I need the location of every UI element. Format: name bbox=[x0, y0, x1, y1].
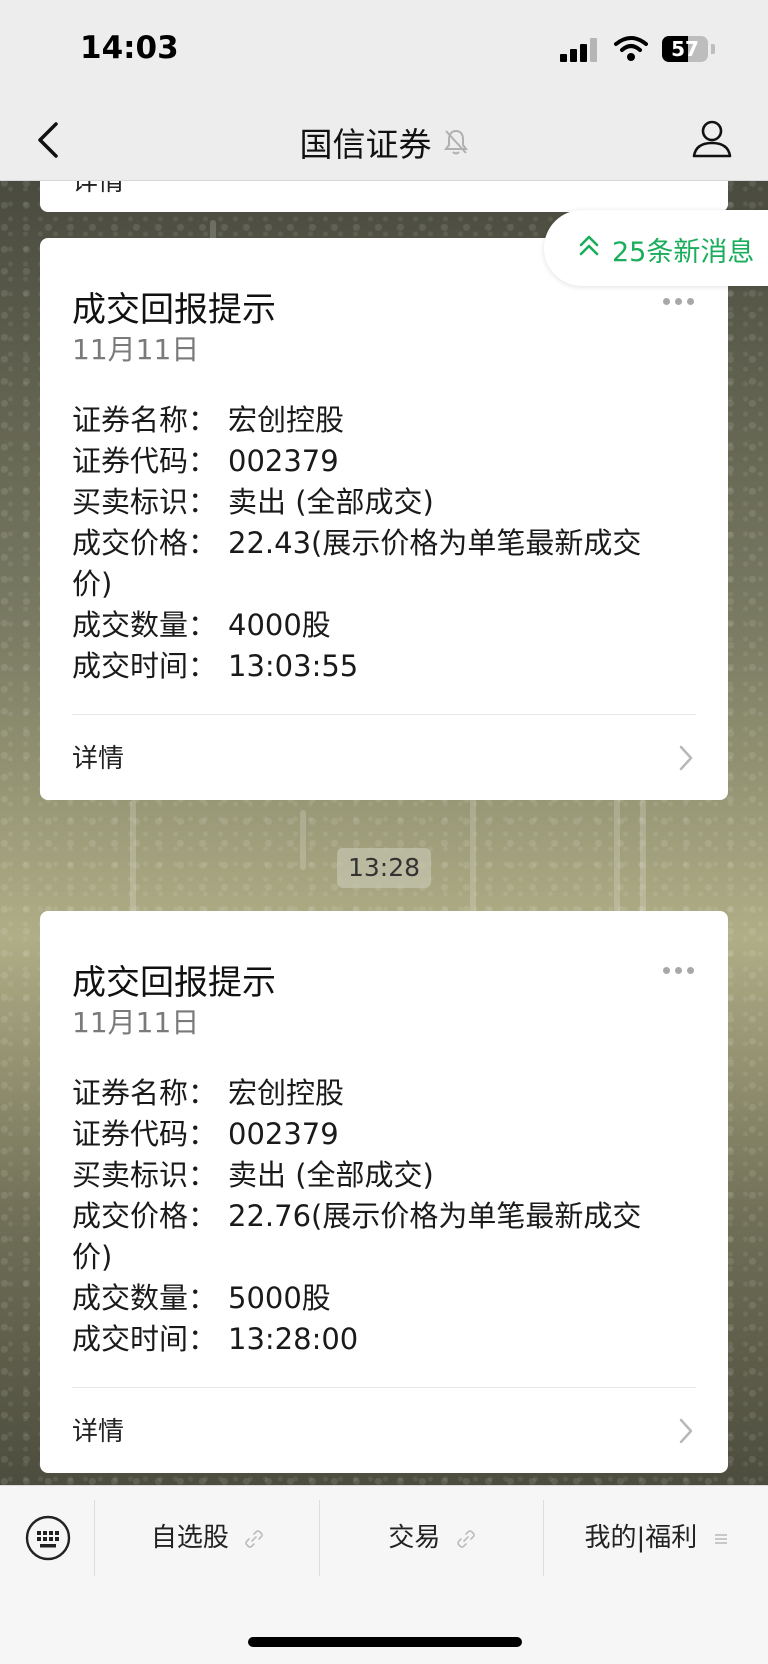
field-trade-time: 成交时间： 13:03:55 bbox=[72, 649, 359, 683]
previous-detail-link[interactable]: 详情 bbox=[72, 181, 124, 198]
field-trade-price: 成交价格： 22.43(展示价格为单笔最新成交价) bbox=[72, 526, 642, 601]
battery-level: 57 bbox=[671, 37, 699, 61]
field-security-code: 证券代码： 002379 bbox=[72, 444, 339, 478]
new-messages-button[interactable]: 25条新消息 bbox=[544, 210, 768, 286]
wifi-icon bbox=[614, 36, 648, 61]
cellular-signal-icon bbox=[560, 38, 600, 62]
nav-title-wrap: 国信证券 bbox=[0, 118, 768, 166]
card-date: 11月11日 bbox=[72, 333, 200, 366]
trade-report-card: 成交回报提示 11月11日 证券名称： 宏创控股 证券代码： 002379 买卖标识… bbox=[40, 911, 728, 1473]
detail-link[interactable]: 详情 bbox=[72, 738, 124, 775]
new-messages-label: 25条新消息 bbox=[612, 237, 755, 268]
status-time: 14:03 bbox=[80, 30, 179, 66]
page-title: 国信证券 bbox=[299, 125, 432, 164]
menu-item-watchlist[interactable]: 自选股 bbox=[95, 1500, 319, 1576]
card-date: 11月11日 bbox=[72, 1006, 200, 1039]
link-icon bbox=[456, 1529, 475, 1548]
field-trade-time: 成交时间： 13:28:00 bbox=[72, 1322, 359, 1356]
field-security-name: 证券名称： 宏创控股 bbox=[72, 1076, 345, 1110]
notification-muted-icon bbox=[443, 129, 468, 155]
timestamp-divider: 13:28 bbox=[337, 848, 431, 888]
double-chevron-up-icon bbox=[579, 235, 599, 256]
menu-icon bbox=[714, 1533, 727, 1544]
keyboard-icon[interactable] bbox=[24, 1514, 72, 1562]
battery-icon: 57 bbox=[662, 36, 708, 62]
detail-link[interactable]: 详情 bbox=[72, 1411, 124, 1448]
battery-tip bbox=[711, 44, 715, 54]
field-security-code: 证券代码： 002379 bbox=[72, 1117, 339, 1151]
chevron-right-icon bbox=[679, 745, 693, 771]
field-trade-side: 买卖标识： 卖出 (全部成交) bbox=[72, 485, 434, 519]
card-title: 成交回报提示 bbox=[72, 963, 276, 1003]
field-trade-quantity: 成交数量： 4000股 bbox=[72, 608, 331, 642]
field-trade-price: 成交价格： 22.76(展示价格为单笔最新成交价) bbox=[72, 1199, 642, 1274]
profile-icon[interactable] bbox=[690, 116, 734, 160]
card-title: 成交回报提示 bbox=[72, 290, 276, 330]
field-trade-quantity: 成交数量： 5000股 bbox=[72, 1281, 331, 1315]
status-bar: 14:03 57 bbox=[0, 0, 768, 100]
more-options-icon[interactable] bbox=[658, 959, 694, 978]
menu-item-my-benefits[interactable]: 我的|福利 bbox=[544, 1500, 768, 1576]
chevron-right-icon bbox=[679, 1418, 693, 1444]
card-divider bbox=[72, 714, 696, 715]
card-divider bbox=[72, 1387, 696, 1388]
card-fields: 证券名称： 宏创控股 证券代码： 002379 买卖标识： 卖出 (全部成交) 成交价… bbox=[72, 400, 672, 687]
nav-bar: 国信证券 bbox=[0, 100, 768, 181]
more-options-icon[interactable] bbox=[658, 290, 694, 309]
card-fields: 证券名称： 宏创控股 证券代码： 002379 买卖标识： 卖出 (全部成交) 成交价… bbox=[72, 1073, 672, 1360]
link-icon bbox=[245, 1529, 263, 1548]
field-security-name: 证券名称： 宏创控股 bbox=[72, 403, 345, 437]
menu-item-trade[interactable]: 交易 bbox=[320, 1500, 543, 1576]
previous-message-card[interactable]: 详情 bbox=[40, 181, 728, 212]
trade-report-card: 成交回报提示 11月11日 证券名称： 宏创控股 证券代码： 002379 买卖标识… bbox=[40, 238, 728, 800]
field-trade-side: 买卖标识： 卖出 (全部成交) bbox=[72, 1158, 434, 1192]
home-indicator[interactable] bbox=[248, 1637, 522, 1647]
